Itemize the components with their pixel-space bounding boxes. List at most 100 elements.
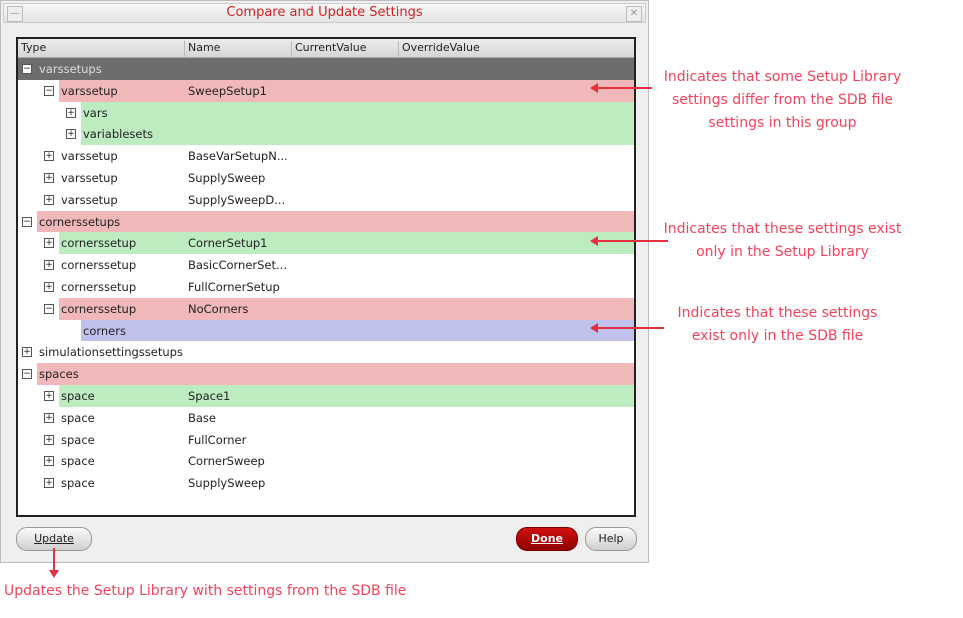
row-type: varssetup (61, 192, 118, 207)
tree-row[interactable]: + cornerssetup BasicCornerSet... (18, 254, 634, 276)
collapse-icon[interactable]: − (22, 216, 32, 227)
expand-icon[interactable]: + (44, 172, 54, 183)
annotation-sdb-only: Indicates that these settings exist only… (677, 305, 878, 344)
row-name: NoCorners (188, 301, 249, 316)
close-icon[interactable]: ✕ (626, 6, 642, 22)
row-type: cornerssetup (61, 279, 137, 294)
row-type: space (61, 454, 95, 469)
row-name: Space1 (188, 388, 231, 403)
collapse-icon[interactable]: − (44, 85, 54, 96)
tree-row[interactable]: − spaces (18, 363, 634, 385)
row-type: cornerssetup (61, 258, 137, 273)
row-name: SweepSetup1 (188, 83, 267, 98)
row-name: FullCornerSetup (188, 279, 280, 294)
row-status-highlight (37, 210, 634, 233)
row-name: FullCorner (188, 432, 247, 447)
row-type: space (61, 410, 95, 425)
expand-icon[interactable]: + (44, 412, 54, 423)
collapse-icon[interactable]: − (44, 303, 54, 314)
row-status-highlight (81, 319, 634, 342)
tree-row[interactable]: − varssetups (18, 58, 634, 80)
row-type: space (61, 432, 95, 447)
row-type: simulationsettingssetups (39, 345, 183, 360)
expand-icon[interactable]: + (44, 260, 54, 271)
update-label: Update (34, 532, 74, 545)
expand-icon[interactable]: + (44, 194, 54, 205)
tree-row[interactable]: + simulationsettingssetups (18, 341, 634, 363)
column-type[interactable]: Type (18, 41, 46, 57)
expand-icon[interactable]: + (44, 151, 54, 162)
row-name: BaseVarSetupN... (188, 149, 288, 164)
title-bar: — Compare and Update Settings ✕ (3, 3, 646, 23)
row-type: vars (83, 105, 108, 120)
help-button[interactable]: Help (585, 527, 637, 551)
row-type: variablesets (83, 127, 153, 142)
arrow-update (53, 548, 55, 572)
row-name: Base (188, 410, 217, 425)
annotation-update: Updates the Setup Library with settings … (4, 583, 407, 599)
tree-row[interactable]: − cornerssetups (18, 210, 634, 233)
arrow-sdb-only (590, 323, 664, 333)
tree-row[interactable]: + space SupplySweep (18, 472, 634, 494)
expand-icon[interactable]: + (44, 281, 54, 292)
row-type: varssetup (61, 170, 118, 185)
expand-icon[interactable]: + (66, 129, 76, 140)
row-status-highlight (59, 297, 634, 320)
column-name[interactable]: Name (184, 41, 220, 57)
row-type: varssetup (61, 83, 118, 98)
done-button[interactable]: Done (516, 527, 578, 551)
tree-row[interactable]: − cornerssetup NoCorners (18, 297, 634, 320)
expand-icon[interactable]: + (44, 238, 54, 249)
tree-row[interactable]: + space FullCorner (18, 429, 634, 451)
tree-row[interactable]: + space Space1 (18, 384, 634, 407)
expand-icon[interactable]: + (22, 347, 32, 358)
row-status-highlight (37, 363, 634, 385)
done-label: Done (531, 532, 563, 545)
window-title: Compare and Update Settings (226, 5, 423, 20)
tree-row[interactable]: + cornerssetup CornerSetup1 (18, 232, 634, 255)
settings-tree[interactable]: Type Name CurrentValue OverrideValue − va… (16, 37, 636, 517)
arrow-update-head (49, 570, 59, 578)
tree-row[interactable]: corners (18, 319, 634, 342)
expand-icon[interactable]: + (44, 434, 54, 445)
row-type: varssetup (61, 149, 118, 164)
arrow-library-only (590, 236, 668, 246)
tree-row[interactable]: + varssetup BaseVarSetupN... (18, 145, 634, 167)
row-status-highlight (59, 232, 634, 255)
row-type: cornerssetup (61, 236, 137, 251)
expand-icon[interactable]: + (44, 456, 54, 467)
arrow-differ (590, 83, 652, 93)
row-name: SupplySweepD... (188, 192, 286, 207)
annotation-library-only: Indicates that these settings exist only… (663, 221, 902, 260)
row-status-highlight (59, 384, 634, 407)
row-type: cornerssetup (61, 301, 137, 316)
row-type: varssetups (39, 62, 102, 76)
column-current-value[interactable]: CurrentValue (291, 41, 367, 57)
tree-row[interactable]: + cornerssetup FullCornerSetup (18, 276, 634, 298)
expand-icon[interactable]: + (44, 390, 54, 401)
annotation-differ: Indicates that some Setup Library settin… (663, 69, 902, 131)
row-status-highlight (59, 79, 634, 102)
tree-row[interactable]: + space CornerSweep (18, 450, 634, 472)
collapse-icon[interactable]: − (22, 64, 32, 74)
collapse-icon[interactable]: − (22, 369, 32, 380)
row-name: SupplySweep (188, 476, 266, 491)
expand-icon[interactable]: + (44, 478, 54, 489)
tree-header: Type Name CurrentValue OverrideValue (18, 39, 634, 58)
row-name: CornerSetup1 (188, 236, 268, 251)
column-override-value[interactable]: OverrideValue (398, 41, 634, 57)
tree-row[interactable]: + vars (18, 101, 634, 124)
tree-row[interactable]: + space Base (18, 407, 634, 429)
row-status-highlight (81, 123, 634, 146)
tree-rows: − varssetups − varssetup SweepSetup1 + vars + va… (18, 58, 634, 494)
compare-update-dialog: — Compare and Update Settings ✕ Type Nam… (0, 0, 649, 563)
row-status-highlight (81, 101, 634, 124)
row-type: space (61, 388, 95, 403)
tree-row[interactable]: + variablesets (18, 123, 634, 146)
row-name: CornerSweep (188, 454, 265, 469)
row-type: cornerssetups (39, 214, 121, 229)
tree-row[interactable]: + varssetup SupplySweep (18, 167, 634, 189)
tree-row[interactable]: + varssetup SupplySweepD... (18, 189, 634, 211)
expand-icon[interactable]: + (66, 107, 76, 118)
tree-row[interactable]: − varssetup SweepSetup1 (18, 79, 634, 102)
